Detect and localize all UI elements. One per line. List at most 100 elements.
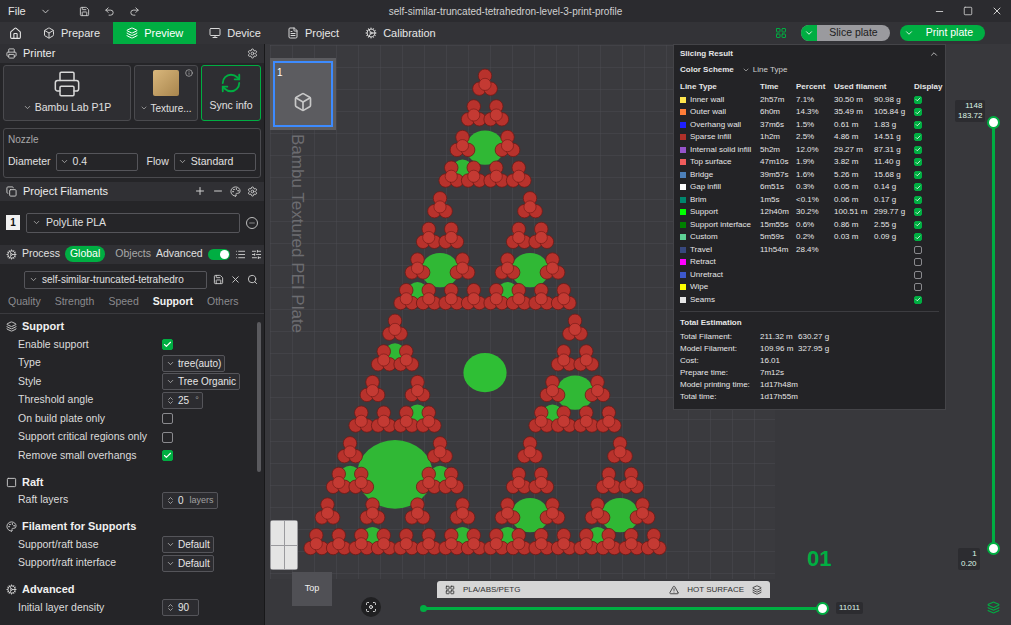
main-tab[interactable]: Project [274, 22, 352, 44]
advanced-toggle[interactable] [208, 249, 230, 260]
setting-select[interactable]: Default [162, 555, 214, 572]
palette-icon[interactable] [230, 186, 241, 197]
view-cube[interactable] [270, 520, 298, 570]
scope-tab[interactable]: Objects [110, 246, 156, 262]
main-tab[interactable]: Calibration [352, 22, 449, 44]
layer-slider-track[interactable] [992, 122, 995, 548]
preset-select[interactable]: self-similar-truncated-tetrahedro [24, 271, 207, 289]
display-checkbox[interactable] [914, 283, 922, 291]
zoom-fit-button[interactable] [361, 597, 381, 617]
check-icon [915, 108, 921, 117]
close-icon[interactable] [230, 274, 241, 285]
display-checkbox[interactable] [914, 146, 922, 154]
line-type-grams: 2.55 g [874, 219, 914, 231]
display-checkbox[interactable] [914, 133, 922, 141]
gear-icon[interactable] [247, 48, 258, 59]
plus-icon[interactable] [194, 185, 206, 197]
display-checkbox[interactable] [914, 246, 922, 254]
chevron-down-icon[interactable] [40, 6, 51, 17]
search-icon[interactable] [247, 274, 258, 285]
setting-number[interactable]: 25° [162, 392, 203, 409]
line-type-grams: 299.77 g [874, 206, 914, 218]
scrollbar[interactable] [257, 322, 261, 472]
setting-checkbox[interactable] [162, 413, 173, 424]
setting-number[interactable]: 0layers [162, 492, 218, 509]
display-checkbox[interactable] [914, 196, 922, 204]
line-type-percent: 0.2% [796, 231, 834, 243]
move-slider-handle[interactable] [816, 602, 829, 615]
sliced-model-drawing[interactable] [300, 60, 670, 560]
layer-top-handle[interactable] [987, 116, 1000, 129]
view-label[interactable]: Top [292, 572, 332, 606]
settings-tab[interactable]: Speed [108, 294, 138, 310]
undo-icon[interactable] [104, 6, 115, 17]
display-checkbox[interactable] [914, 171, 922, 179]
gear-icon[interactable] [247, 186, 258, 197]
display-checkbox[interactable] [914, 258, 922, 266]
display-checkbox[interactable] [914, 96, 922, 104]
setting-select[interactable]: Tree Organic [162, 373, 240, 390]
setting-checkbox[interactable] [162, 432, 173, 443]
sync-card[interactable]: Sync info [201, 65, 261, 121]
setting-row: Remove small overhangs [0, 447, 264, 466]
compare-icon[interactable] [251, 249, 262, 260]
setting-select[interactable]: tree(auto) [162, 355, 225, 372]
plate-card[interactable]: Texture... [134, 65, 198, 121]
display-checkbox[interactable] [914, 108, 922, 116]
display-checkbox[interactable] [914, 183, 922, 191]
plate-thumbnail[interactable]: 1 [270, 58, 336, 130]
print-plate-button[interactable]: Print plate [900, 25, 985, 41]
settings-tab[interactable]: Support [153, 294, 193, 310]
move-slider-track[interactable] [422, 607, 822, 610]
display-checkbox[interactable] [914, 296, 922, 304]
save-icon[interactable] [79, 6, 90, 17]
minus-icon[interactable] [212, 185, 224, 197]
info-icon[interactable] [185, 69, 193, 77]
layer-bottom-handle[interactable] [987, 542, 1000, 555]
display-checkbox[interactable] [914, 233, 922, 241]
total-row: Model printing time:1d17h48m [680, 379, 939, 391]
section-title: Support [22, 318, 64, 335]
setting-row: On build plate only [0, 410, 264, 429]
scheme-select[interactable]: Line Type [742, 64, 788, 76]
minimize-icon[interactable] [934, 6, 945, 17]
preview-viewport[interactable]: 1Bambu Textured PEI PlateSlicing ResultC… [265, 44, 1011, 625]
filament-select[interactable]: PolyLite PLA [26, 213, 240, 233]
display-checkbox[interactable] [914, 158, 922, 166]
slice-plate-button[interactable]: Slice plate [801, 25, 889, 41]
chevron-down-icon [904, 28, 914, 38]
save-icon[interactable] [213, 274, 224, 285]
settings-tab[interactable]: Quality [8, 294, 41, 310]
display-checkbox[interactable] [914, 121, 922, 129]
main-tab[interactable]: Preview [113, 22, 196, 44]
home-button[interactable] [0, 22, 30, 44]
setting-label: Support/raft base [18, 537, 158, 553]
redo-icon[interactable] [129, 6, 140, 17]
main-tab[interactable]: Device [196, 22, 274, 44]
display-checkbox[interactable] [914, 271, 922, 279]
printer-card[interactable]: Bambu Lab P1P [3, 65, 131, 121]
flow-select[interactable]: Standard [174, 153, 256, 171]
layout-icon[interactable] [775, 27, 787, 39]
setting-checkbox[interactable] [162, 339, 173, 350]
close-icon[interactable] [991, 5, 1003, 17]
remove-filament-button[interactable] [246, 217, 258, 229]
display-checkbox[interactable] [914, 221, 922, 229]
setting-number[interactable]: 90 [162, 599, 199, 616]
diameter-select[interactable]: 0.4 [56, 153, 138, 171]
collapse-icon[interactable] [929, 49, 939, 59]
maximize-icon[interactable] [963, 6, 973, 16]
settings-tab[interactable]: Others [207, 294, 239, 310]
setting-select[interactable]: Default [162, 536, 214, 553]
panel-title: Printer [23, 45, 55, 62]
scope-tab[interactable]: Global [65, 246, 105, 262]
move-slider-start [420, 605, 427, 612]
file-menu[interactable]: File [8, 3, 26, 20]
display-checkbox[interactable] [914, 208, 922, 216]
main-tab[interactable]: Prepare [30, 22, 113, 44]
list-icon[interactable] [235, 249, 246, 260]
settings-tab[interactable]: Strength [55, 294, 95, 310]
chevron-down-icon [178, 157, 187, 166]
setting-checkbox[interactable] [162, 450, 173, 461]
layers-icon[interactable] [987, 601, 1000, 614]
